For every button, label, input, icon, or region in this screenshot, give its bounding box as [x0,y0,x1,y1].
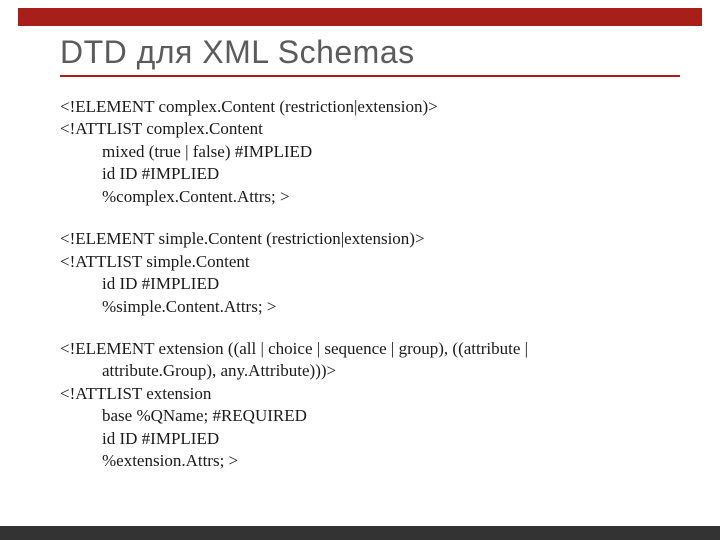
code-line: base %QName; #REQUIRED [60,405,680,427]
slide-body: <!ELEMENT complex.Content (restriction|e… [60,96,680,493]
slide: DTD для XML Schemas <!ELEMENT complex.Co… [0,0,720,540]
bottom-bar [0,526,720,540]
dtd-block-complexcontent: <!ELEMENT complex.Content (restriction|e… [60,96,680,208]
code-line: mixed (true | false) #IMPLIED [60,141,680,163]
dtd-block-simplecontent: <!ELEMENT simple.Content (restriction|ex… [60,228,680,318]
code-line: id ID #IMPLIED [60,163,680,185]
code-line: <!ELEMENT simple.Content (restriction|ex… [60,228,680,250]
code-line: %simple.Content.Attrs; > [60,296,680,318]
code-line: attribute.Group), any.Attribute)))> [60,360,680,382]
dtd-block-extension: <!ELEMENT extension ((all | choice | seq… [60,338,680,473]
code-line: %complex.Content.Attrs; > [60,186,680,208]
top-accent-bar [18,8,702,26]
code-line: <!ATTLIST extension [60,383,680,405]
code-line: id ID #IMPLIED [60,428,680,450]
code-line: id ID #IMPLIED [60,273,680,295]
code-line: <!ATTLIST simple.Content [60,251,680,273]
slide-title: DTD для XML Schemas [60,34,680,77]
code-line: %extension.Attrs; > [60,450,680,472]
code-line: <!ELEMENT extension ((all | choice | seq… [60,338,680,360]
code-line: <!ELEMENT complex.Content (restriction|e… [60,96,680,118]
code-line: <!ATTLIST complex.Content [60,118,680,140]
